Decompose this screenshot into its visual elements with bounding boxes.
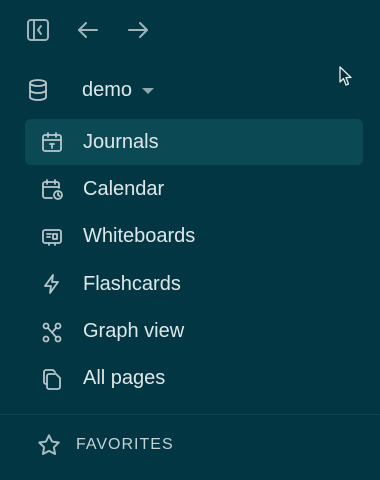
nav-item-flashcards[interactable]: Flashcards bbox=[25, 261, 363, 307]
graph-selector[interactable]: demo bbox=[24, 70, 324, 110]
calendar-clock-icon bbox=[38, 177, 66, 201]
bolt-icon bbox=[38, 272, 66, 296]
nav-item-label: Whiteboards bbox=[83, 225, 196, 248]
nav-item-journals[interactable]: Journals bbox=[25, 119, 363, 165]
calendar-icon bbox=[38, 130, 66, 154]
whiteboard-icon bbox=[38, 225, 66, 249]
nav-item-whiteboards[interactable]: Whiteboards bbox=[25, 214, 363, 260]
nav-item-graph-view[interactable]: Graph view bbox=[25, 309, 363, 355]
nav-item-label: Calendar bbox=[83, 177, 165, 200]
nav-item-all-pages[interactable]: All pages bbox=[25, 356, 363, 402]
sidebar-divider bbox=[0, 414, 380, 415]
sidebar-toggle-button[interactable] bbox=[24, 16, 52, 44]
mouse-pointer-icon bbox=[339, 66, 352, 86]
arrow-right-icon bbox=[128, 22, 148, 38]
sidebar-nav: Journals Calendar Whiteboards Flashcards… bbox=[25, 119, 363, 403]
database-icon bbox=[24, 78, 52, 102]
nav-item-label: Graph view bbox=[83, 320, 185, 343]
nav-item-label: Journals bbox=[83, 130, 159, 153]
pages-icon bbox=[38, 367, 66, 391]
graph-name: demo bbox=[82, 78, 133, 101]
chevron-down-icon bbox=[142, 88, 155, 94]
arrow-left-icon bbox=[78, 22, 98, 38]
sidebar-toolbar bbox=[0, 0, 380, 60]
favorites-section-header[interactable]: FAVORITES bbox=[36, 430, 174, 460]
sidebar-toggle-icon bbox=[27, 19, 49, 41]
star-icon bbox=[38, 434, 60, 455]
nav-item-label: All pages bbox=[83, 367, 166, 390]
graph-icon bbox=[38, 320, 66, 344]
forward-button[interactable] bbox=[124, 16, 152, 44]
favorites-label: FAVORITES bbox=[76, 436, 174, 453]
nav-item-label: Flashcards bbox=[83, 272, 181, 295]
back-button[interactable] bbox=[74, 16, 102, 44]
nav-item-calendar[interactable]: Calendar bbox=[25, 166, 363, 212]
